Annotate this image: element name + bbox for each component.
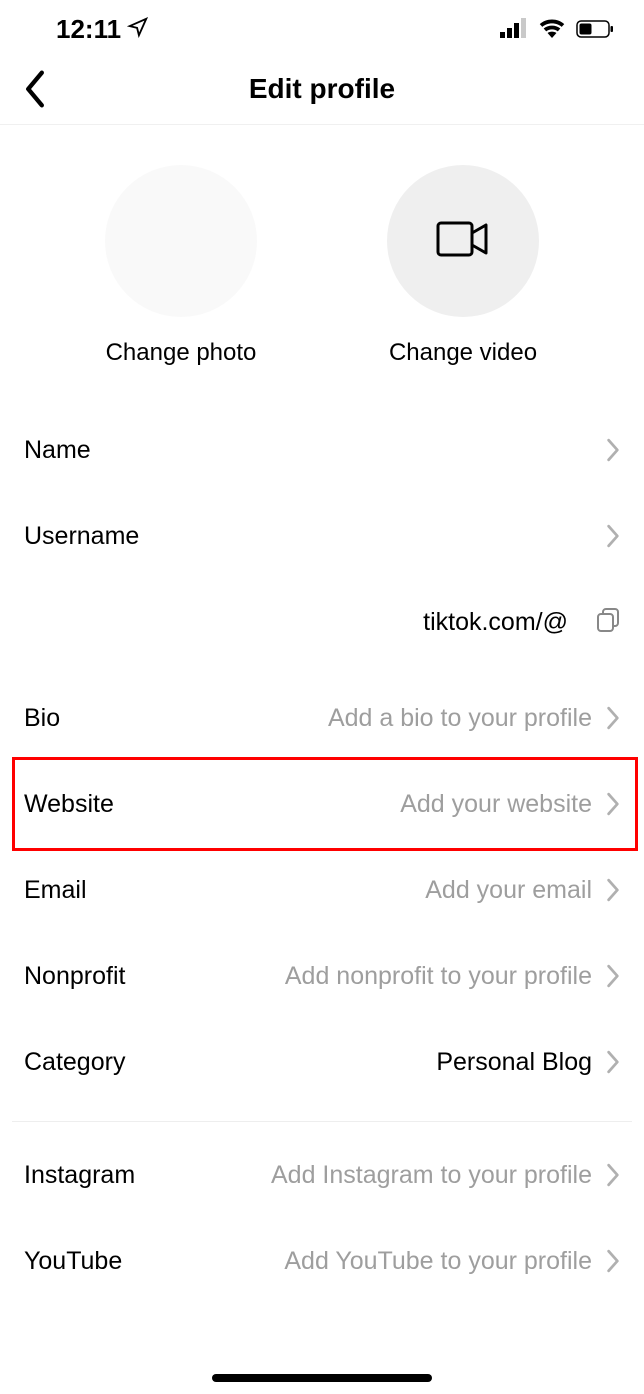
profile-photo-placeholder: [105, 165, 257, 317]
change-photo-label: Change photo: [106, 339, 257, 367]
chevron-right-icon: [606, 878, 620, 902]
youtube-value: Add YouTube to your profile: [284, 1247, 592, 1276]
category-label: Category: [24, 1048, 125, 1077]
email-value: Add your email: [425, 876, 592, 905]
profile-url-text: tiktok.com/@: [423, 608, 568, 637]
status-time-group: 12:11: [56, 14, 149, 45]
chevron-right-icon: [606, 524, 620, 548]
change-video-button[interactable]: Change video: [387, 165, 539, 367]
chevron-right-icon: [606, 706, 620, 730]
location-arrow-icon: [127, 14, 149, 45]
nav-bar: Edit profile: [0, 53, 644, 125]
youtube-label: YouTube: [24, 1247, 122, 1276]
settings-list: Name Username tiktok.com/@ Bio: [0, 407, 644, 1304]
bio-label: Bio: [24, 704, 60, 733]
email-row[interactable]: Email Add your email: [0, 847, 644, 933]
chevron-right-icon: [606, 792, 620, 816]
change-video-label: Change video: [389, 339, 537, 367]
chevron-right-icon: [606, 438, 620, 462]
username-label: Username: [24, 522, 139, 551]
bio-row[interactable]: Bio Add a bio to your profile: [0, 675, 644, 761]
instagram-label: Instagram: [24, 1161, 135, 1190]
nonprofit-row[interactable]: Nonprofit Add nonprofit to your profile: [0, 933, 644, 1019]
back-button[interactable]: [22, 70, 48, 108]
name-row[interactable]: Name: [0, 407, 644, 493]
category-value: Personal Blog: [436, 1048, 592, 1077]
battery-icon: [576, 14, 614, 45]
category-row[interactable]: Category Personal Blog: [0, 1019, 644, 1105]
chevron-right-icon: [606, 1249, 620, 1273]
cellular-signal-icon: [500, 14, 528, 45]
profile-url-row: tiktok.com/@: [0, 579, 644, 665]
nonprofit-value: Add nonprofit to your profile: [285, 962, 592, 991]
website-label: Website: [24, 790, 114, 819]
home-indicator[interactable]: [212, 1374, 432, 1382]
bio-value: Add a bio to your profile: [328, 704, 592, 733]
section-divider: [12, 1121, 632, 1122]
instagram-value: Add Instagram to your profile: [271, 1161, 592, 1190]
email-label: Email: [24, 876, 87, 905]
copy-url-button[interactable]: [596, 607, 620, 638]
website-value: Add your website: [400, 790, 592, 819]
chevron-right-icon: [606, 1050, 620, 1074]
copy-icon: [596, 607, 620, 638]
profile-video-placeholder: [387, 165, 539, 317]
instagram-row[interactable]: Instagram Add Instagram to your profile: [0, 1132, 644, 1218]
media-section: Change photo Change video: [0, 125, 644, 407]
page-title: Edit profile: [249, 73, 395, 105]
nonprofit-label: Nonprofit: [24, 962, 125, 991]
youtube-row[interactable]: YouTube Add YouTube to your profile: [0, 1218, 644, 1304]
change-photo-button[interactable]: Change photo: [105, 165, 257, 367]
status-bar: 12:11: [0, 0, 644, 53]
username-row[interactable]: Username: [0, 493, 644, 579]
status-time: 12:11: [56, 14, 121, 45]
website-row[interactable]: Website Add your website: [0, 761, 644, 847]
video-camera-icon: [436, 219, 490, 264]
status-right: [500, 14, 614, 45]
chevron-right-icon: [606, 964, 620, 988]
name-label: Name: [24, 436, 91, 465]
chevron-right-icon: [606, 1163, 620, 1187]
wifi-icon: [538, 14, 566, 45]
